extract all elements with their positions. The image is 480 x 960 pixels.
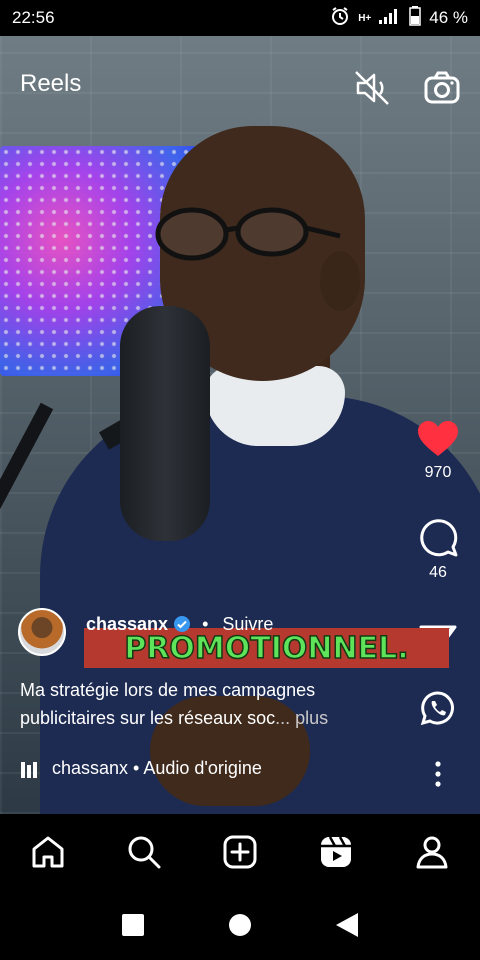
post-caption[interactable]: Ma stratégie lors de mes campagnes publi…: [20, 676, 400, 732]
post-author-row: chassanx • Suivre: [18, 608, 273, 656]
bottom-nav: [0, 814, 480, 890]
audio-bars-icon: [21, 761, 37, 778]
like-count: 970: [424, 464, 452, 481]
verified-icon: [174, 616, 191, 632]
username-link[interactable]: chassanx: [86, 614, 168, 635]
battery-icon: [409, 5, 421, 31]
status-bar: 22:56 H+ 46 %: [0, 0, 480, 36]
avatar[interactable]: [18, 608, 66, 656]
nav-profile[interactable]: [408, 828, 456, 876]
search-icon: [128, 836, 161, 869]
whatsapp-icon: [420, 691, 454, 726]
heart-icon: [418, 421, 458, 456]
separator-dot: •: [202, 613, 209, 634]
caption-text: Ma stratégie lors de mes campagnes publi…: [20, 680, 316, 728]
nav-home[interactable]: [24, 828, 72, 876]
caption-more-link[interactable]: ... plus: [275, 708, 328, 728]
reels-icon: [321, 836, 351, 867]
follow-button[interactable]: Suivre: [222, 614, 273, 635]
like-button[interactable]: 970: [416, 420, 460, 482]
battery-level: 46 %: [429, 8, 468, 27]
profile-icon: [416, 836, 448, 869]
nav-reels[interactable]: [312, 828, 360, 876]
glasses: [155, 207, 341, 261]
create-icon: [223, 835, 257, 869]
comment-button[interactable]: 46: [416, 516, 460, 582]
network-type-icon: H+: [358, 12, 372, 24]
page-title: Reels: [20, 70, 82, 97]
status-icons: H+ 46 %: [330, 5, 468, 31]
microphone: [120, 306, 210, 541]
system-nav-bar: [0, 890, 480, 960]
home-icon: [32, 836, 64, 868]
back-icon[interactable]: [336, 913, 358, 937]
comment-count: 46: [429, 564, 447, 581]
mute-icon[interactable]: [350, 66, 394, 110]
signal-icon: [379, 8, 401, 29]
audio-row[interactable]: chassanx • Audio d'origine: [20, 758, 262, 779]
audio-label: chassanx • Audio d'origine: [52, 758, 262, 778]
status-time: 22:56: [12, 8, 55, 27]
alarm-icon: [330, 6, 350, 31]
nav-search[interactable]: [120, 828, 168, 876]
home-button-icon[interactable]: [228, 913, 252, 937]
recents-icon[interactable]: [122, 914, 144, 936]
more-button[interactable]: [416, 760, 460, 788]
nav-create[interactable]: [216, 828, 264, 876]
more-icon: [435, 761, 441, 787]
whatsapp-button[interactable]: [416, 690, 460, 726]
comment-icon: [420, 519, 458, 557]
camera-icon[interactable]: [420, 66, 464, 110]
